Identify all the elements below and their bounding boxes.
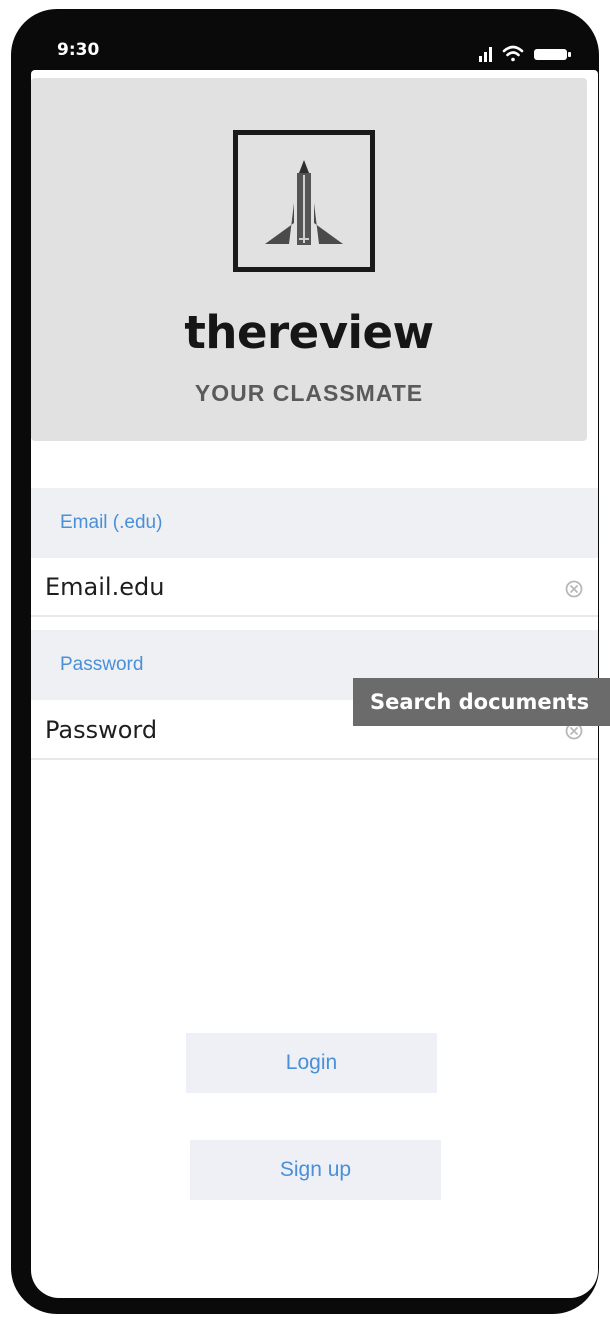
login-button[interactable]: Login [186, 1033, 437, 1093]
brand-header: thereview YOUR CLASSMATE [31, 78, 587, 441]
clear-icon[interactable] [565, 580, 583, 598]
tooltip: Search documents [353, 678, 610, 726]
email-label: Email (.edu) [60, 512, 163, 533]
signup-button[interactable]: Sign up [190, 1140, 441, 1200]
brand-title: thereview [184, 306, 434, 359]
wifi-icon [502, 45, 524, 62]
email-field[interactable] [31, 559, 598, 617]
password-label: Password [60, 654, 144, 675]
status-time: 9:30 [57, 40, 100, 60]
pencil-rocket-logo [233, 130, 375, 272]
brand-subtitle: YOUR CLASSMATE [194, 380, 424, 406]
status-icons [479, 45, 571, 62]
logo-graphic [265, 160, 343, 245]
battery-icon [534, 49, 571, 60]
cellular-signal-icon [479, 47, 492, 62]
email-label-bar: Email (.edu) [31, 488, 598, 558]
